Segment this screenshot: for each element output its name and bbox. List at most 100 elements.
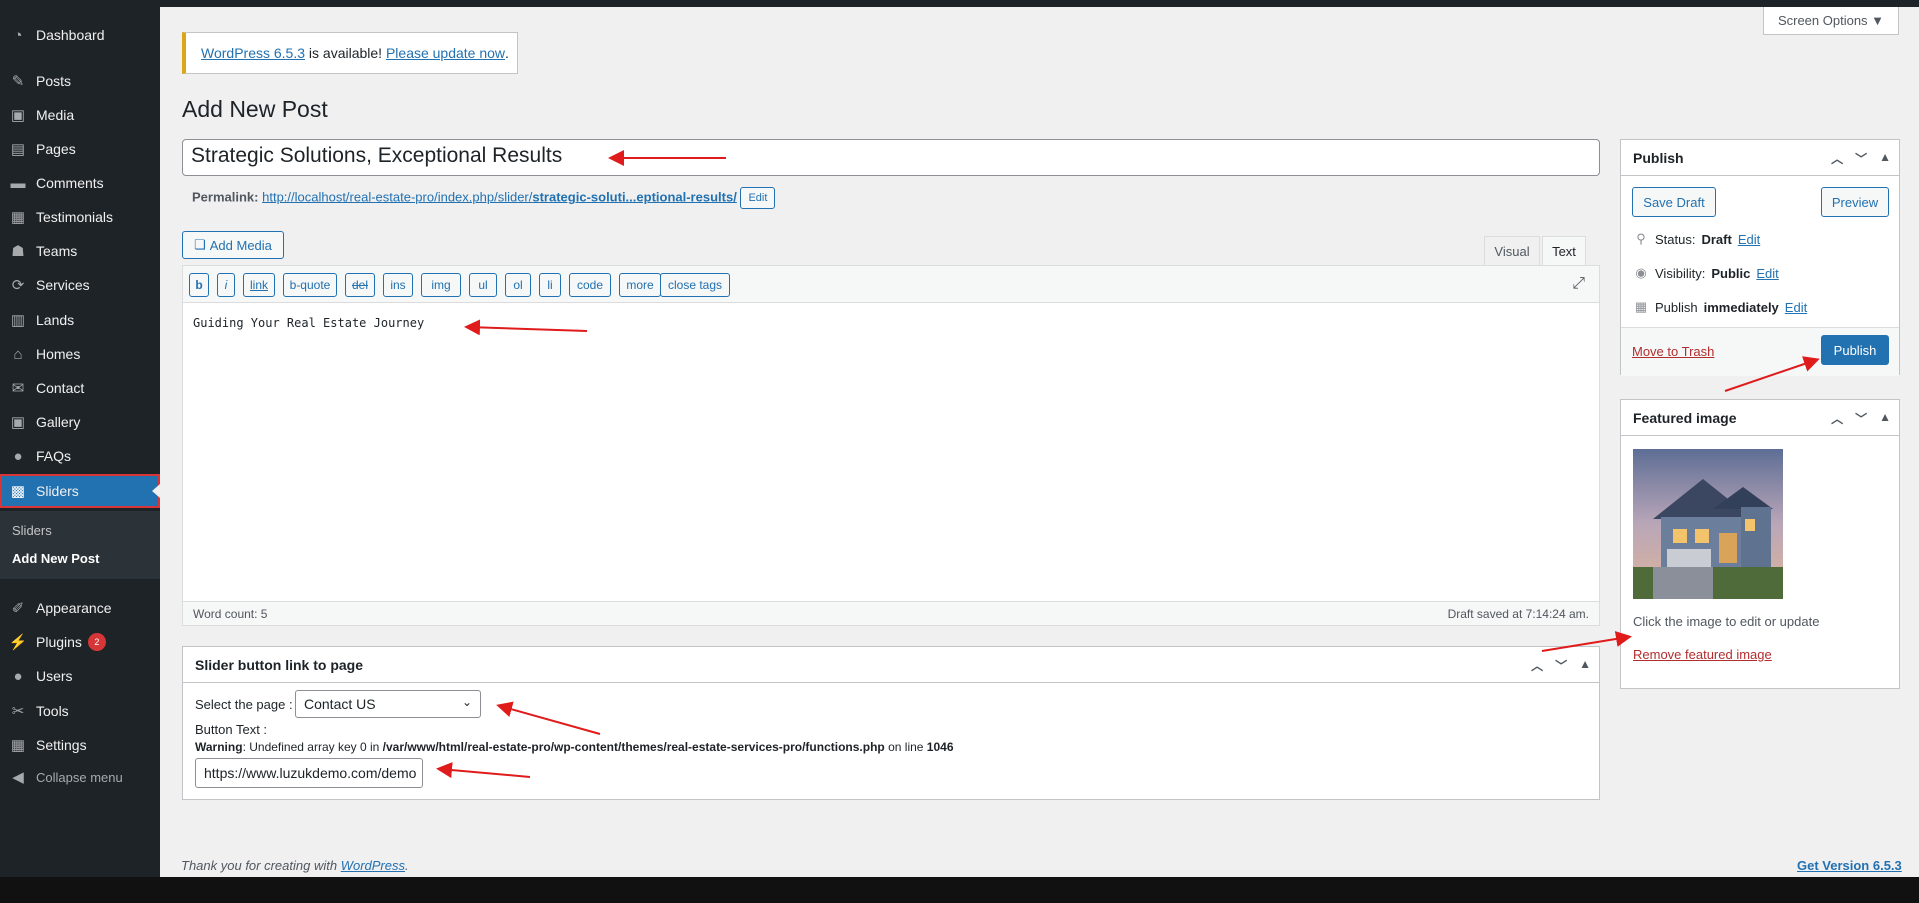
publish-actions: Move to Trash Publish: [1621, 327, 1899, 376]
move-up-icon[interactable]: ︿: [1831, 150, 1843, 167]
toggle-panel-icon[interactable]: ▲: [1579, 657, 1591, 674]
wrench-icon: ✂: [11, 703, 25, 720]
move-up-icon[interactable]: ︿: [1531, 657, 1543, 674]
sidebar-item-testimonials[interactable]: ▦ Testimonials: [0, 200, 160, 234]
notice-text: is available!: [305, 45, 386, 61]
permalink-link[interactable]: http://localhost/real-estate-pro/index.p…: [262, 189, 737, 204]
calendar-icon: ▦: [1634, 299, 1648, 314]
move-down-icon[interactable]: ﹀: [1855, 150, 1867, 167]
sidebar-item-tools[interactable]: ✂ Tools: [0, 694, 160, 728]
screen-options-button[interactable]: Screen Options ▼: [1763, 7, 1899, 35]
button-url-input[interactable]: https://www.luzukdemo.com/demo: [195, 758, 423, 788]
submenu-item-sliders[interactable]: Sliders: [12, 523, 52, 538]
qt-ol-button[interactable]: ol: [505, 273, 531, 297]
version-link[interactable]: WordPress 6.5.3: [201, 45, 305, 61]
plugin-icon: ⚡: [8, 634, 28, 651]
featured-image-header[interactable]: Featured image ︿ ﹀ ▲: [1621, 400, 1899, 436]
sidebar-item-plugins[interactable]: ⚡ Plugins 2: [0, 625, 160, 659]
visibility-row: ◉ Visibility: Public Edit: [1633, 265, 1778, 281]
featured-image-thumbnail[interactable]: [1633, 449, 1783, 599]
gallery-icon: ▣: [10, 414, 26, 431]
button-text-label: Button Text :: [195, 722, 268, 737]
preview-button[interactable]: Preview: [1821, 187, 1889, 217]
move-to-trash-link[interactable]: Move to Trash: [1632, 344, 1714, 359]
services-icon: ⟳: [11, 277, 25, 294]
sidebar-item-posts[interactable]: ✎ Posts: [0, 64, 160, 98]
qt-bold-button[interactable]: b: [189, 273, 209, 297]
chevron-down-icon: ⌄: [461, 695, 472, 709]
qt-ul-button[interactable]: ul: [469, 273, 497, 297]
post-content-textarea[interactable]: Guiding Your Real Estate Journey: [193, 316, 424, 330]
add-media-button[interactable]: ❏ Add Media: [182, 231, 284, 259]
qt-bquote-button[interactable]: b-quote: [283, 273, 337, 297]
qt-code-button[interactable]: code: [569, 273, 611, 297]
post-title-input[interactable]: Strategic Solutions, Exceptional Results: [182, 139, 1600, 176]
move-down-icon[interactable]: ﹀: [1555, 657, 1567, 674]
edit-status-link[interactable]: Edit: [1738, 232, 1760, 247]
qt-del-button[interactable]: del: [345, 273, 375, 297]
php-warning: Warning: Undefined array key 0 in /var/w…: [195, 740, 954, 754]
current-menu-arrow-icon: [152, 484, 160, 498]
pin-icon: ⚲: [1636, 231, 1646, 246]
users-icon: ●: [13, 667, 23, 685]
faq-icon: ●: [13, 447, 23, 465]
sidebar-item-pages[interactable]: ▤ Pages: [0, 132, 160, 166]
sidebar-item-gallery[interactable]: ▣ Gallery: [0, 405, 160, 439]
teams-icon: ☗: [11, 243, 25, 260]
sidebar-item-lands[interactable]: ▥ Lands: [0, 303, 160, 337]
qt-img-button[interactable]: img: [421, 273, 461, 297]
sidebar-item-settings[interactable]: ▦ Settings: [0, 728, 160, 762]
edit-visibility-link[interactable]: Edit: [1756, 266, 1778, 281]
sidebar-item-sliders[interactable]: ▩ Sliders: [0, 474, 160, 508]
dashboard-icon: ◔: [13, 26, 23, 44]
toggle-panel-icon[interactable]: ▲: [1879, 150, 1891, 167]
slider-metabox-header[interactable]: Slider button link to page ︿ ﹀ ▲: [183, 647, 1599, 683]
sidebar-item-services[interactable]: ⟳ Services: [0, 268, 160, 302]
publish-metabox-header[interactable]: Publish ︿ ﹀ ▲: [1621, 140, 1899, 176]
qt-ins-button[interactable]: ins: [383, 273, 413, 297]
tab-visual[interactable]: Visual: [1484, 236, 1540, 266]
page-select[interactable]: Contact US ⌄: [295, 690, 481, 718]
qt-more-button[interactable]: more: [619, 273, 661, 297]
sidebar-item-media[interactable]: ▣ Media: [0, 98, 160, 132]
slider-link-metabox: Slider button link to page ︿ ﹀ ▲ Select th…: [182, 646, 1600, 800]
sidebar-item-homes[interactable]: ⌂ Homes: [0, 337, 160, 371]
fullscreen-icon[interactable]: ⤢: [1572, 275, 1585, 293]
remove-featured-image-link[interactable]: Remove featured image: [1633, 647, 1772, 662]
move-up-icon[interactable]: ︿: [1831, 410, 1843, 427]
permalink-row: Permalink: http://localhost/real-estate-…: [192, 187, 776, 209]
select-page-label: Select the page :: [195, 697, 293, 712]
qt-italic-button[interactable]: i: [217, 273, 235, 297]
text-editor: b i link b-quote del ins img ul ol li co…: [182, 265, 1600, 626]
sidebar-item-comments[interactable]: ▬ Comments: [0, 166, 160, 200]
sidebar-item-dashboard[interactable]: ◔ Dashboard: [0, 18, 160, 52]
tab-text[interactable]: Text: [1542, 236, 1586, 266]
get-version-link[interactable]: Get Version 6.5.3: [1797, 858, 1902, 873]
save-draft-button[interactable]: Save Draft: [1632, 187, 1716, 217]
permalink-edit-button[interactable]: Edit: [740, 187, 776, 209]
sidebar-item-teams[interactable]: ☗ Teams: [0, 234, 160, 268]
sidebar-item-appearance[interactable]: ✐ Appearance: [0, 591, 160, 625]
sidebar-item-users[interactable]: ● Users: [0, 659, 160, 693]
sidebar-item-faqs[interactable]: ● FAQs: [0, 439, 160, 473]
submenu-item-add-new-post[interactable]: Add New Post: [12, 551, 99, 566]
qt-link-button[interactable]: link: [243, 273, 275, 297]
plugins-update-badge: 2: [87, 633, 106, 651]
edit-schedule-link[interactable]: Edit: [1785, 300, 1807, 315]
qt-close-tags-button[interactable]: close tags: [660, 273, 730, 297]
move-down-icon[interactable]: ﹀: [1855, 410, 1867, 427]
wordpress-link[interactable]: WordPress: [341, 858, 405, 873]
publish-button[interactable]: Publish: [1821, 335, 1889, 365]
admin-sidebar: ◔ Dashboard ✎ Posts ▣ Media ▤ Pages ▬ Comment…: [0, 0, 160, 877]
toggle-panel-icon[interactable]: ▲: [1879, 410, 1891, 427]
qt-li-button[interactable]: li: [539, 273, 561, 297]
sliders-icon: ▩: [10, 483, 26, 500]
bottom-edge: [0, 877, 1919, 903]
sidebar-collapse-menu[interactable]: ◀ Collapse menu: [0, 760, 160, 794]
comments-icon: ▬: [10, 174, 26, 192]
envelope-icon: ✉: [11, 380, 25, 397]
sidebar-item-contact[interactable]: ✉ Contact: [0, 371, 160, 405]
status-row: ⚲ Status: Draft Edit: [1633, 231, 1760, 247]
update-now-link[interactable]: Please update now: [386, 45, 505, 61]
schedule-row: ▦ Publish immediately Edit: [1634, 299, 1808, 315]
